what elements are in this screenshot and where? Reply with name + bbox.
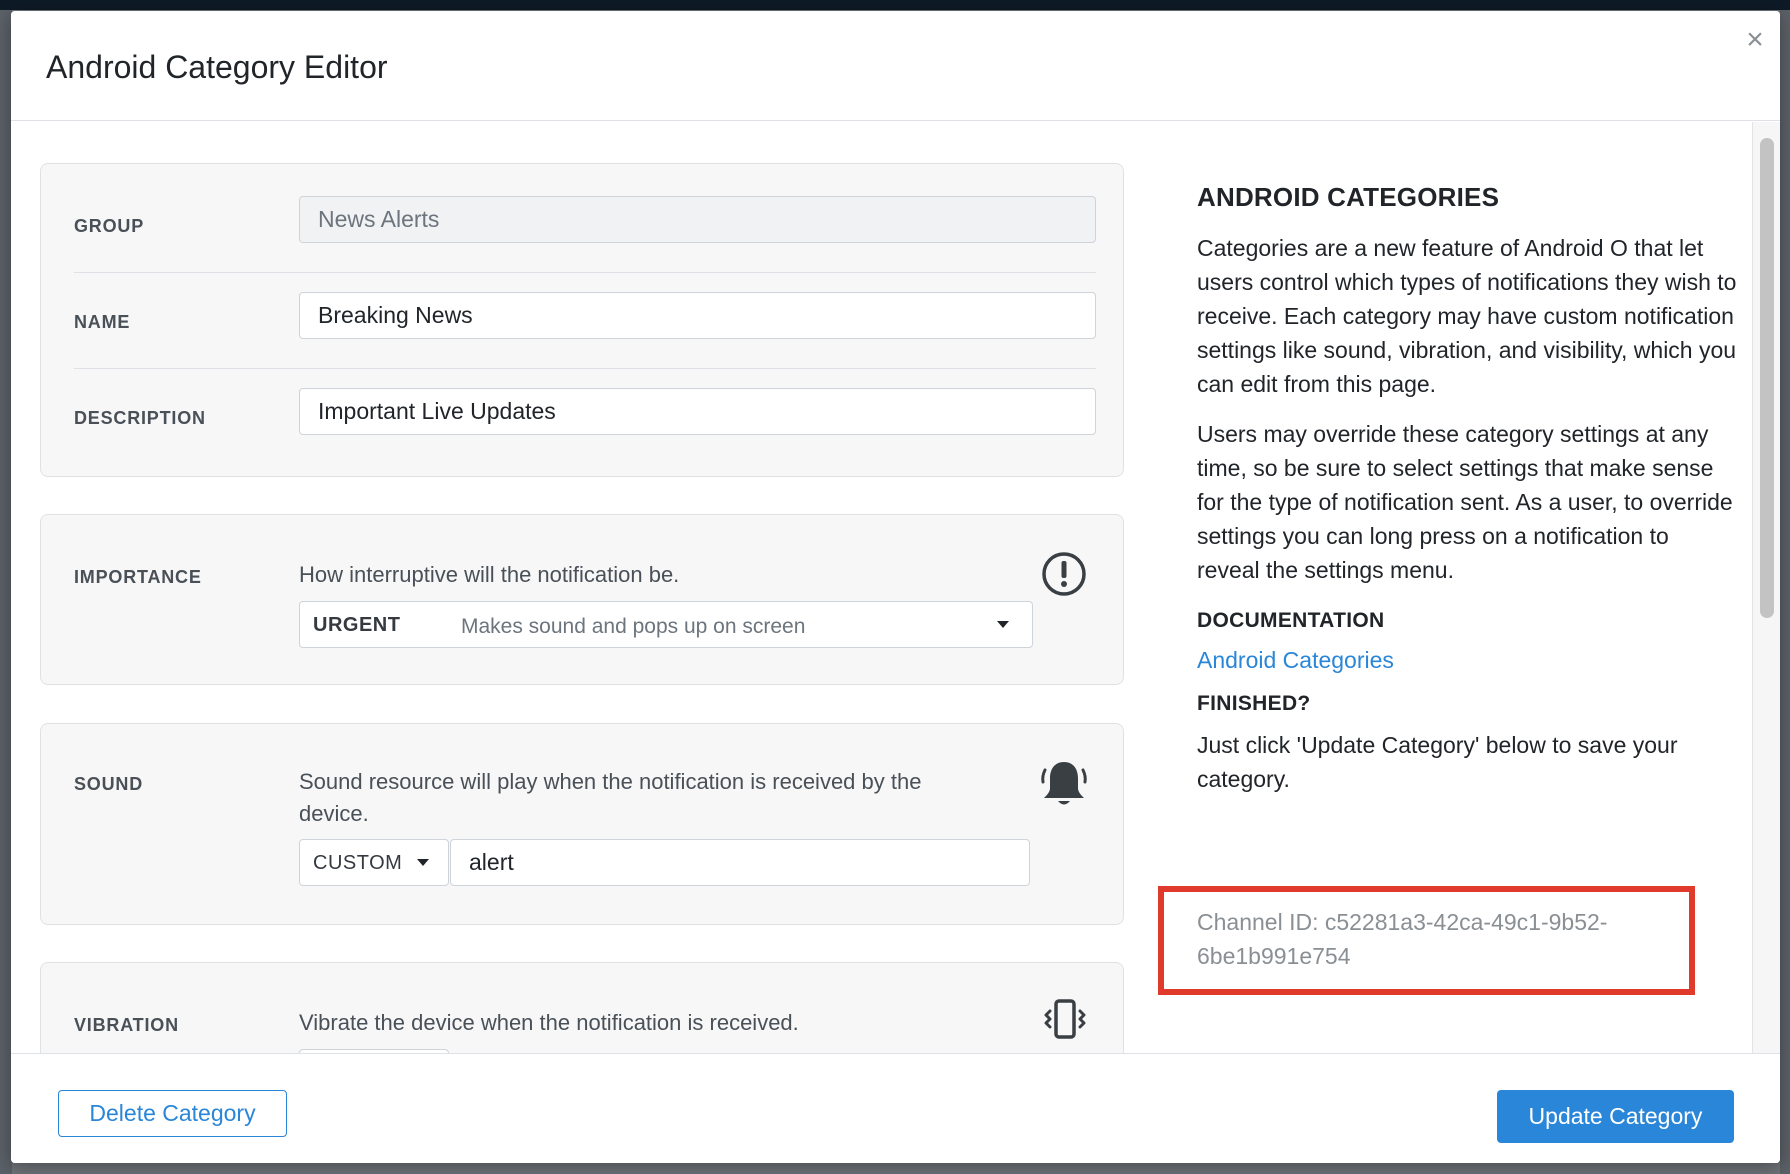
documentation-heading: DOCUMENTATION: [1197, 609, 1385, 632]
sound-label: SOUND: [74, 774, 144, 794]
importance-hint: How interruptive will the notification b…: [299, 562, 680, 587]
close-icon[interactable]: ×: [1740, 25, 1770, 55]
modal-title: Android Category Editor: [46, 49, 388, 85]
exclamation-circle-icon: [1041, 551, 1087, 602]
chevron-down-icon: [417, 859, 429, 866]
vibrating-phone-icon: [1041, 999, 1089, 1044]
vibration-card: VIBRATION Vibrate the device when the no…: [40, 962, 1124, 1053]
bell-icon: [1039, 758, 1089, 815]
modal-body[interactable]: GROUP News Alerts NAME Breaking News DES…: [11, 122, 1780, 1053]
importance-level: URGENT: [313, 614, 401, 636]
app-top-bar: [0, 0, 1790, 10]
importance-select[interactable]: URGENT Makes sound and pops up on screen: [299, 601, 1033, 648]
importance-label: IMPORTANCE: [74, 567, 202, 587]
name-label: NAME: [74, 312, 131, 332]
help-paragraph-1: Categories are a new feature of Android …: [1197, 235, 1737, 397]
group-input: News Alerts: [299, 196, 1096, 243]
delete-category-button[interactable]: Delete Category: [58, 1090, 287, 1137]
scrollbar[interactable]: [1752, 122, 1780, 1053]
sound-card: SOUND Sound resource will play when the …: [40, 723, 1124, 925]
description-input[interactable]: Important Live Updates: [299, 388, 1096, 435]
importance-card: IMPORTANCE How interruptive will the not…: [40, 514, 1124, 685]
chevron-down-icon: [997, 621, 1009, 628]
group-label: GROUP: [74, 216, 145, 236]
vibration-hint: Vibrate the device when the notification…: [299, 1010, 799, 1035]
backdrop: [1780, 10, 1790, 1174]
finished-text: Just click 'Update Category' below to sa…: [1197, 732, 1678, 792]
help-paragraph-2: Users may override these category settin…: [1197, 421, 1733, 583]
description-label: DESCRIPTION: [74, 408, 206, 428]
sound-mode-select[interactable]: CUSTOM: [299, 839, 449, 886]
divider: [74, 368, 1096, 369]
modal-footer: Delete Category Update Category: [11, 1053, 1780, 1163]
help-heading: ANDROID CATEGORIES: [1197, 182, 1500, 212]
channel-id: Channel ID: c52281a3-42ca-49c1-9b52-6be1…: [1197, 909, 1608, 969]
category-editor-modal: Android Category Editor × GROUP News Ale…: [11, 11, 1780, 1163]
help-panel: ANDROID CATEGORIES Categories are a new …: [1197, 182, 1737, 796]
scrollbar-thumb[interactable]: [1760, 138, 1774, 618]
update-category-button[interactable]: Update Category: [1497, 1090, 1734, 1143]
divider: [74, 272, 1096, 273]
importance-level-description: Makes sound and pops up on screen: [461, 615, 806, 638]
sound-mode: CUSTOM: [313, 852, 403, 874]
android-categories-link[interactable]: Android Categories: [1197, 647, 1394, 673]
sound-hint-line2: device.: [299, 801, 369, 826]
sound-hint-line1: Sound resource will play when the notifi…: [299, 769, 922, 794]
finished-heading: FINISHED?: [1197, 692, 1311, 715]
modal-header: Android Category Editor ×: [11, 11, 1780, 121]
vibration-label: VIBRATION: [74, 1015, 179, 1035]
name-input[interactable]: Breaking News: [299, 292, 1096, 339]
basic-info-card: GROUP News Alerts NAME Breaking News DES…: [40, 163, 1124, 477]
sound-resource-input[interactable]: alert: [450, 839, 1030, 886]
